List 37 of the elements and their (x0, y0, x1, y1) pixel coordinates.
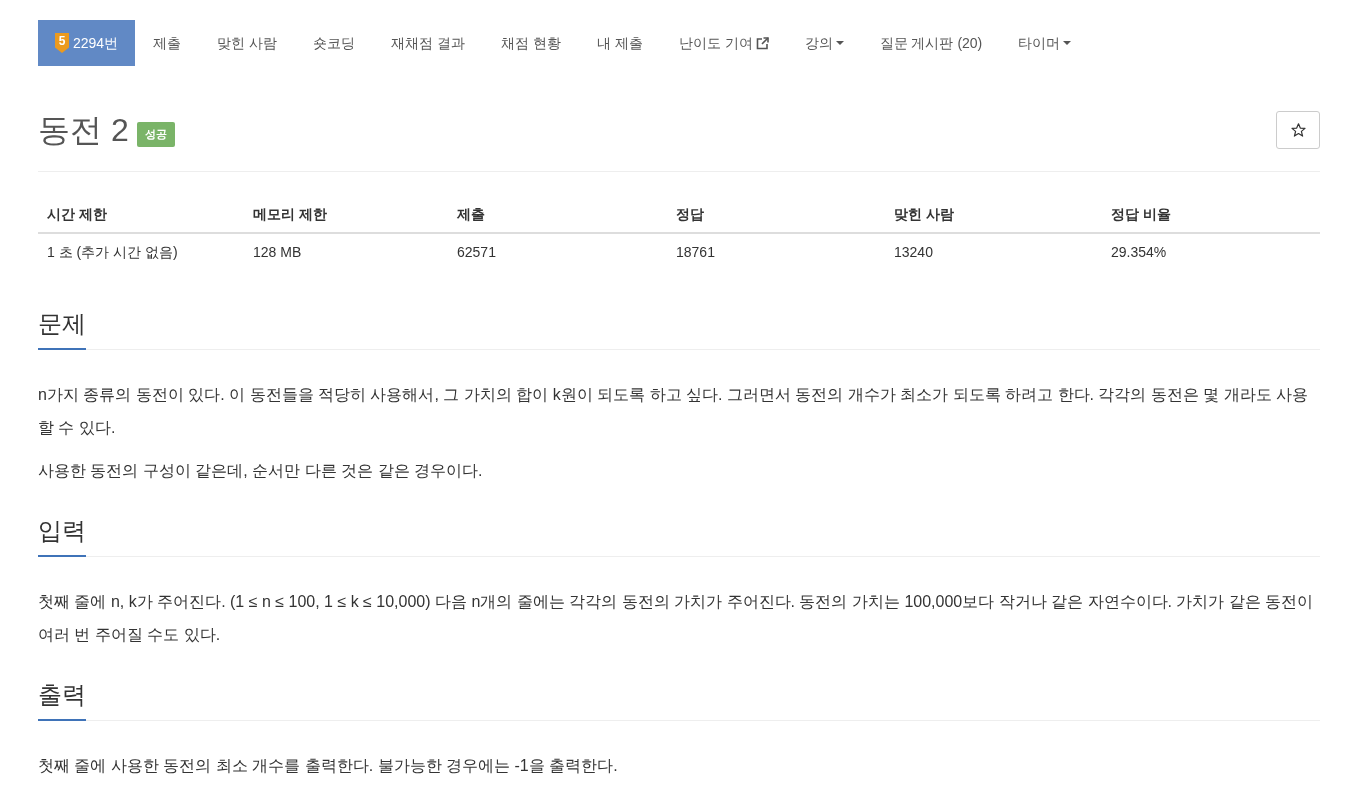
star-button[interactable] (1276, 111, 1320, 149)
column-header: 메모리 제한 (252, 205, 328, 224)
paragraph: n가지 종류의 동전이 있다. 이 동전들을 적당히 사용해서, 그 가치의 합이 k원이 되도록 하고 싶다. 그러면서 동전의 개수가 최소가 되도록 하려고 한다. 각각의 동전은 몇 개라도 사용할 수 있다. (38, 385, 1310, 438)
nav-tab[interactable]: 맞힌 사람 (199, 20, 296, 66)
section-heading: 문제 (38, 310, 86, 350)
nav-tab[interactable]: 내 제출 (578, 20, 661, 66)
nav-tab[interactable]: 타이머 (1000, 20, 1090, 66)
nav-tab[interactable]: 채점 현황 (482, 20, 579, 66)
paragraph: 사용한 동전의 구성이 같은데, 순서만 다른 것은 같은 경우이다. (38, 461, 484, 481)
nav-tab[interactable]: 재채점 결과 (373, 20, 483, 66)
column-header: 정답 (675, 205, 705, 224)
nav-tab[interactable]: 질문 게시판 (20) (861, 20, 1001, 66)
caret-icon (1063, 41, 1072, 45)
paragraph: 첫째 줄에 사용한 동전의 최소 개수를 출력한다. 불가능한 경우에는 -1을 출력한다. (38, 756, 619, 776)
table-cell-text: 29.354% (1110, 243, 1168, 262)
nav-tab[interactable]: 난이도 기여 (660, 20, 787, 66)
table-cell-text: 128 MB (252, 243, 303, 262)
caret-icon (835, 41, 844, 45)
table-cell-text: 13240 (893, 243, 934, 262)
column-header: 제출 (456, 205, 486, 224)
column-header: 시간 제한 (46, 205, 108, 224)
external-link-icon (755, 36, 769, 50)
table-cell-text: 1 초 (추가 시간 없음) (46, 243, 179, 262)
table-cell-text: 18761 (675, 243, 716, 262)
column-header: 정답 비율 (1110, 205, 1172, 224)
column-header: 맞힌 사람 (893, 205, 955, 224)
nav-tab[interactable]: 강의 (786, 20, 862, 66)
tier-badge: 5 (55, 33, 69, 53)
nav-tab[interactable]: 제출 (135, 20, 200, 66)
section-heading: 출력 (38, 681, 86, 721)
status-label: 성공 (136, 121, 175, 147)
nav-tab[interactable]: 숏코딩 (295, 20, 374, 66)
section-heading: 입력 (38, 517, 86, 557)
nav-tab[interactable]: 5 2294번 (38, 20, 136, 66)
table-cell-text: 62571 (456, 243, 497, 262)
paragraph: 첫째 줄에 n, k가 주어진다. (1 ≤ n ≤ 100, 1 ≤ k ≤ 10,000) 다음 n개의 줄에는 각각의 동전의 가치가 주어진다. 동전의 가치는 100,000보다 작거나 같은 자연수이다. 가치가 같은 동전이 여러 번 주어질 수도 있다. (38, 592, 1315, 645)
problem-title: 동전 2 (38, 111, 129, 149)
